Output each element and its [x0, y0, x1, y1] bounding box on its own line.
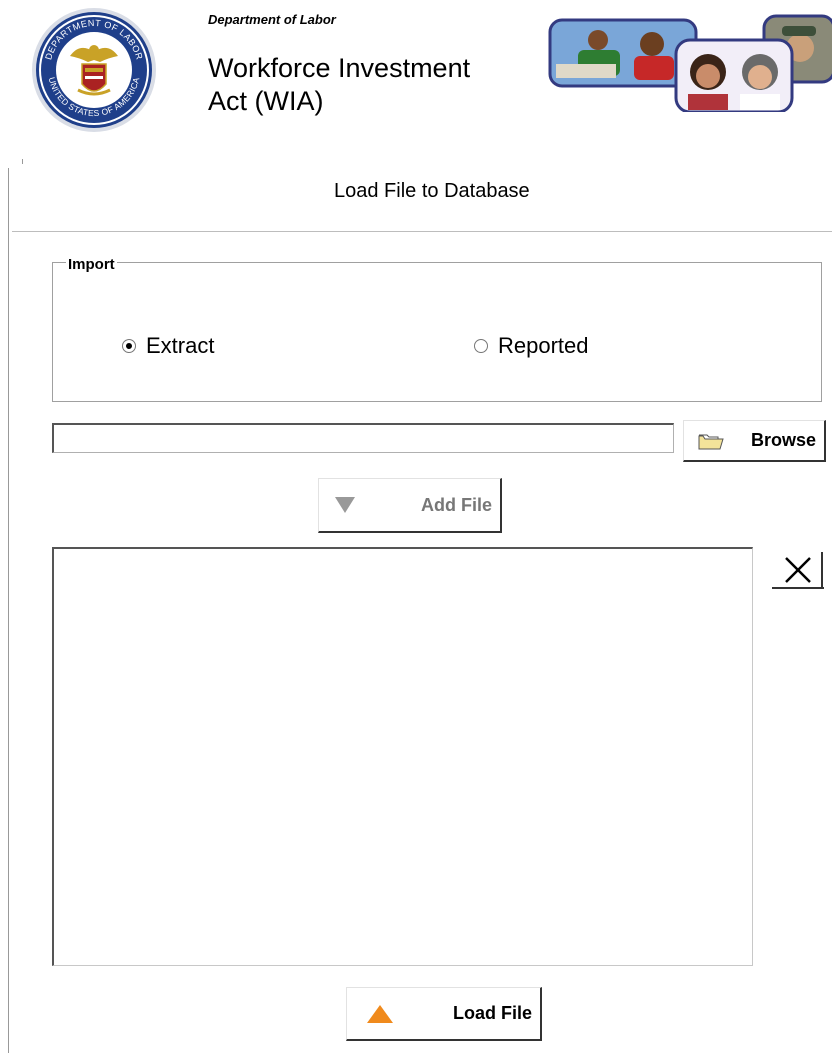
remove-file-close-icon[interactable]	[772, 552, 824, 590]
import-group-legend: Import	[66, 256, 117, 273]
extract-radio-dot[interactable]	[122, 339, 136, 353]
title-divider	[12, 231, 832, 232]
browse-button-label: Browse	[750, 430, 816, 450]
file-path-input[interactable]	[52, 423, 674, 453]
reported-radio-dot[interactable]	[474, 339, 488, 353]
add-file-button[interactable]: Add File	[318, 478, 502, 533]
reported-radio-label: Reported	[498, 333, 589, 358]
browse-button[interactable]: Browse	[683, 420, 826, 462]
up-arrow-icon	[367, 1004, 393, 1023]
app-title-line1: Workforce Investment	[208, 53, 471, 83]
people-photo-collage	[548, 14, 832, 112]
department-of-labor-seal-logo: DEPARTMENT OF LABOR UNITED STATES OF AME…	[32, 8, 156, 132]
load-file-button-label: Load File	[452, 1003, 532, 1023]
left-divider	[8, 168, 9, 1053]
load-file-button[interactable]: Load File	[346, 987, 542, 1041]
reported-radio[interactable]: Reported	[474, 333, 589, 359]
folder-icon	[698, 434, 724, 449]
divider-tick	[22, 159, 23, 164]
form-title: Load File to Database	[334, 180, 530, 202]
file-list-box[interactable]	[52, 547, 753, 966]
extract-radio-label: Extract	[146, 333, 215, 358]
add-file-button-label: Add File	[421, 494, 492, 515]
extract-radio[interactable]: Extract	[122, 333, 214, 359]
app-title-line2: Act (WIA)	[208, 86, 324, 116]
down-arrow-icon	[335, 497, 355, 513]
department-name: Department of Labor	[208, 12, 336, 27]
app-title: Workforce Investment Act (WIA)	[208, 52, 470, 118]
import-groupbox	[52, 262, 822, 402]
